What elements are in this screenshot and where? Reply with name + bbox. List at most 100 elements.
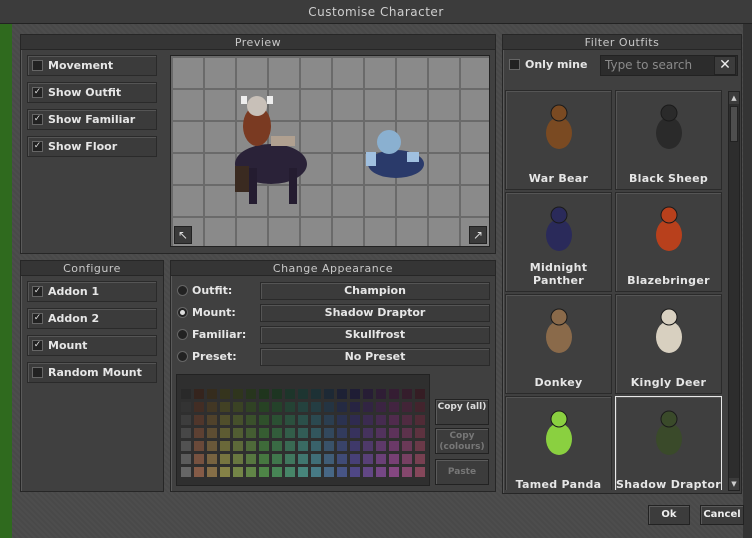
palette-swatch[interactable] [415,467,425,477]
palette-swatch[interactable] [246,454,256,464]
palette-swatch[interactable] [402,415,412,425]
copy-all-button[interactable]: Copy (all) [435,399,489,425]
palette-swatch[interactable] [285,428,295,438]
palette-swatch[interactable] [376,402,386,412]
palette-swatch[interactable] [246,415,256,425]
palette-swatch[interactable] [376,415,386,425]
palette-swatch[interactable] [233,428,243,438]
palette-swatch[interactable] [402,402,412,412]
copy-colours-button[interactable]: Copy (colours) [435,428,489,454]
palette-swatch[interactable] [272,454,282,464]
palette-swatch[interactable] [363,467,373,477]
preview-option-show-floor[interactable]: ✓ Show Floor [27,136,157,157]
palette-swatch[interactable] [259,467,269,477]
palette-swatch[interactable] [220,415,230,425]
palette-swatch[interactable] [207,415,217,425]
palette-swatch[interactable] [246,428,256,438]
palette-swatch[interactable] [415,389,425,399]
palette-swatch[interactable] [233,467,243,477]
palette-swatch[interactable] [272,467,282,477]
palette-swatch[interactable] [415,441,425,451]
palette-swatch[interactable] [350,389,360,399]
checkbox[interactable]: ✓ [32,340,43,351]
palette-swatch[interactable] [311,389,321,399]
palette-swatch[interactable] [220,402,230,412]
palette-swatch[interactable] [220,428,230,438]
palette-swatch[interactable] [194,454,204,464]
palette-swatch[interactable] [363,441,373,451]
palette-swatch[interactable] [207,467,217,477]
clear-search-button[interactable]: ✕ [714,56,736,75]
only-mine-checkbox[interactable]: Only mine [505,55,597,76]
palette-swatch[interactable] [402,454,412,464]
scroll-thumb[interactable] [730,106,738,142]
palette-swatch[interactable] [389,428,399,438]
palette-swatch[interactable] [389,467,399,477]
palette-swatch[interactable] [376,454,386,464]
palette-swatch[interactable] [298,415,308,425]
palette-swatch[interactable] [246,441,256,451]
palette-swatch[interactable] [259,428,269,438]
palette-swatch[interactable] [233,441,243,451]
outfit-scrollbar[interactable]: ▲ ▼ [728,91,740,491]
palette-swatch[interactable] [337,415,347,425]
palette-swatch[interactable] [181,428,191,438]
palette-swatch[interactable] [415,415,425,425]
palette-swatch[interactable] [259,389,269,399]
palette-swatch[interactable] [285,441,295,451]
palette-swatch[interactable] [350,415,360,425]
appearance-value-preset[interactable]: No Preset [260,348,490,366]
checkbox[interactable]: ✓ [32,141,43,152]
palette-swatch[interactable] [389,441,399,451]
palette-swatch[interactable] [298,402,308,412]
palette-swatch[interactable] [311,428,321,438]
palette-swatch[interactable] [194,428,204,438]
palette-swatch[interactable] [233,389,243,399]
appearance-value-familiar[interactable]: Skullfrost [260,326,490,344]
configure-option-addon-1[interactable]: ✓ Addon 1 [27,281,157,302]
palette-swatch[interactable] [272,441,282,451]
palette-swatch[interactable] [246,467,256,477]
palette-swatch[interactable] [324,454,334,464]
outfit-tile-blazebringer[interactable]: Blazebringer [615,192,722,292]
palette-swatch[interactable] [298,389,308,399]
outfit-tile-black-sheep[interactable]: Black Sheep [615,90,722,190]
palette-swatch[interactable] [246,389,256,399]
outfit-tile-tamed-panda[interactable]: Tamed Panda [505,396,612,490]
configure-option-addon-2[interactable]: ✓ Addon 2 [27,308,157,329]
palette-swatch[interactable] [181,402,191,412]
configure-option-mount[interactable]: ✓ Mount [27,335,157,356]
palette-swatch[interactable] [402,467,412,477]
palette-swatch[interactable] [363,454,373,464]
palette-swatch[interactable] [324,428,334,438]
palette-swatch[interactable] [298,454,308,464]
colour-palette-grid[interactable] [177,375,429,485]
palette-swatch[interactable] [376,389,386,399]
palette-swatch[interactable] [337,441,347,451]
palette-swatch[interactable] [363,415,373,425]
palette-swatch[interactable] [220,441,230,451]
preview-option-show-outfit[interactable]: ✓ Show Outfit [27,82,157,103]
palette-swatch[interactable] [324,415,334,425]
palette-swatch[interactable] [272,402,282,412]
colour-palette[interactable] [176,374,430,486]
checkbox[interactable]: ✓ [32,87,43,98]
palette-swatch[interactable] [337,402,347,412]
palette-swatch[interactable] [207,454,217,464]
palette-swatch[interactable] [181,454,191,464]
palette-swatch[interactable] [311,441,321,451]
outfit-tile-war-bear[interactable]: War Bear [505,90,612,190]
outfit-tile-donkey[interactable]: Donkey [505,294,612,394]
palette-swatch[interactable] [298,467,308,477]
palette-swatch[interactable] [220,454,230,464]
palette-swatch[interactable] [194,415,204,425]
palette-swatch[interactable] [402,428,412,438]
palette-swatch[interactable] [324,441,334,451]
palette-swatch[interactable] [311,415,321,425]
palette-swatch[interactable] [402,441,412,451]
preview-option-show-familiar[interactable]: ✓ Show Familiar [27,109,157,130]
rotate-right-button[interactable]: ↗ [469,226,487,244]
palette-swatch[interactable] [298,441,308,451]
palette-swatch[interactable] [363,428,373,438]
palette-swatch[interactable] [194,441,204,451]
